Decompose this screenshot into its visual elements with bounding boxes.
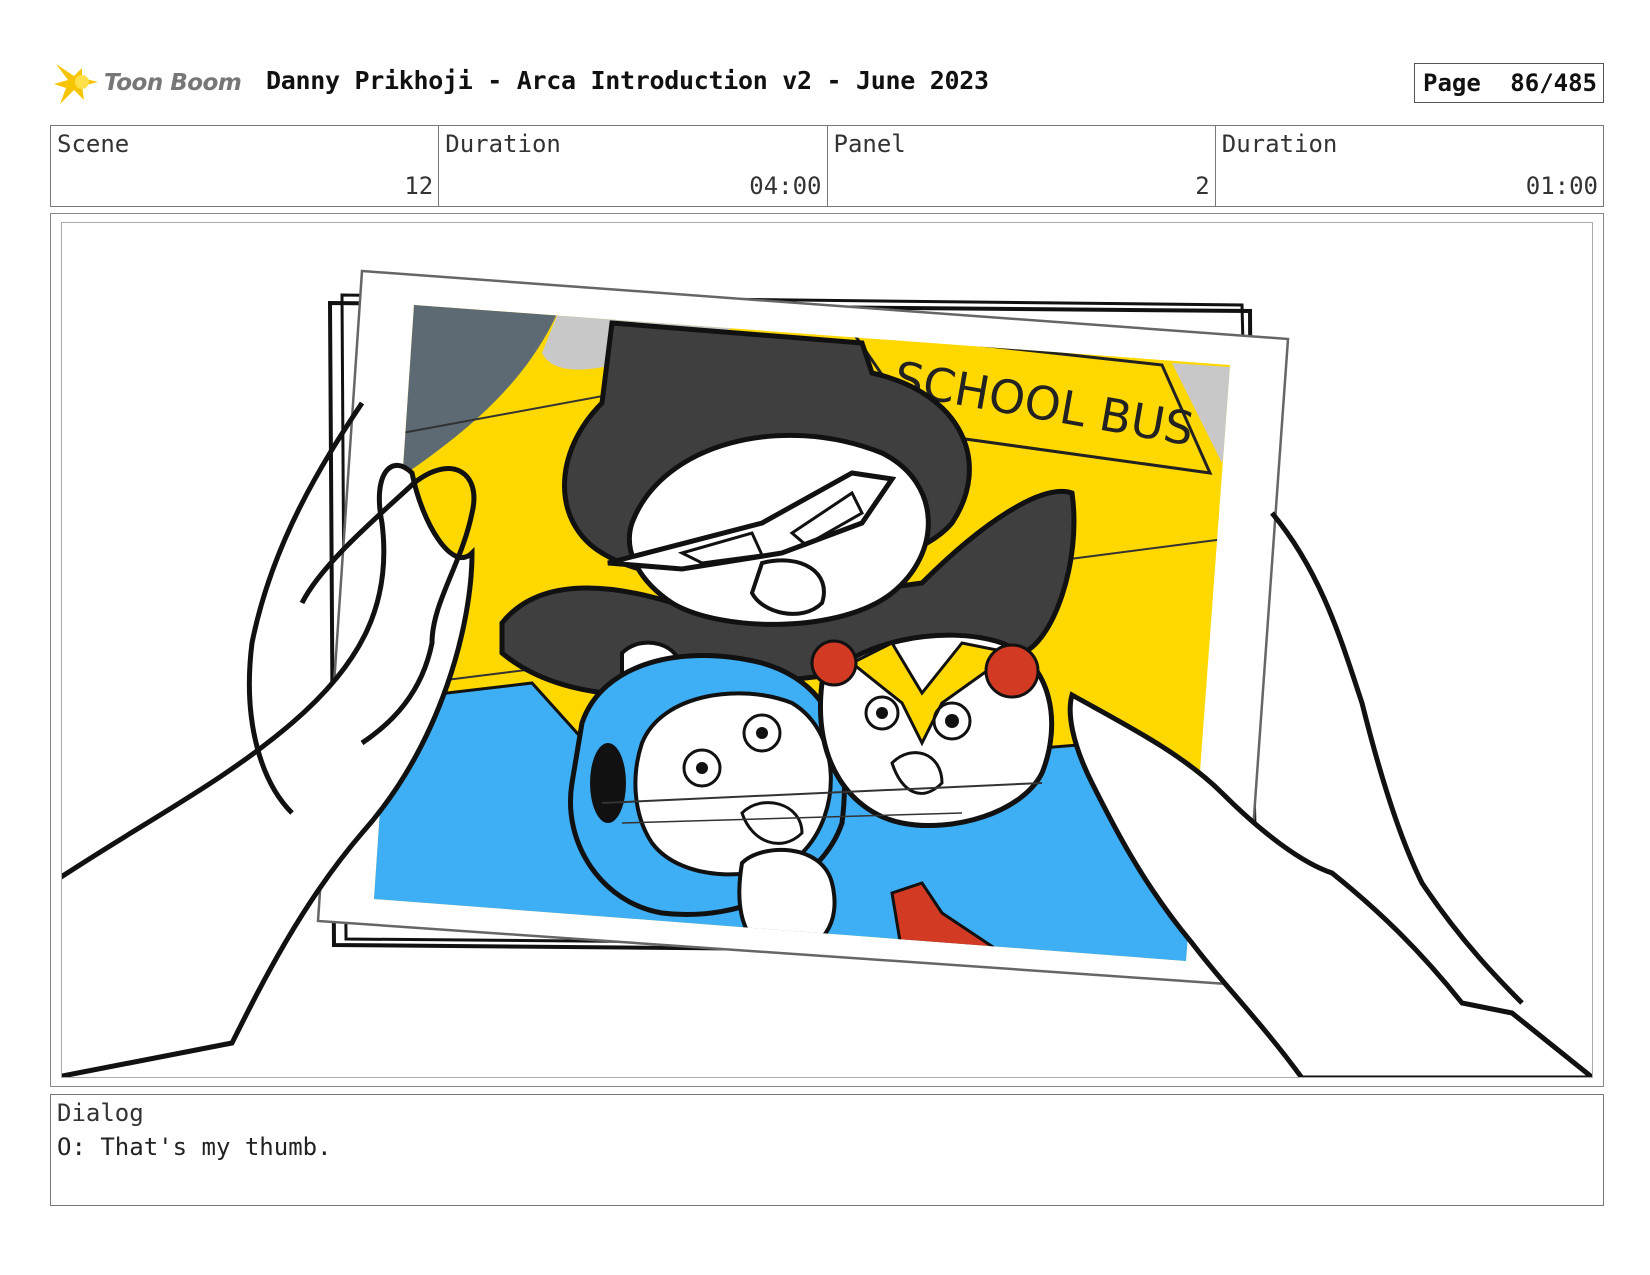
storyboard-header: Toon Boom Danny Prikhoji - Arca Introduc… <box>52 58 1604 108</box>
photo-image: SCHOOL BUS <box>374 305 1230 961</box>
dialog-box: Dialog O: That's my thumb. <box>50 1094 1604 1206</box>
panel-value: 2 <box>1195 172 1210 200</box>
storyboard-drawing: SCHOOL BUS <box>62 269 1592 1077</box>
scene-label: Scene <box>57 130 130 158</box>
page-label: Page <box>1423 69 1481 97</box>
starburst-icon <box>54 64 98 104</box>
panel-info-row: Scene 12 Duration 04:00 Panel 2 Duration… <box>50 125 1604 207</box>
right-hand <box>1067 691 1592 1077</box>
panel-duration-label: Duration <box>1221 130 1338 158</box>
panel-artwork: SCHOOL BUS <box>61 222 1593 1078</box>
page-indicator: Page 86/485 <box>1414 63 1604 103</box>
scene-value: 12 <box>404 172 434 200</box>
panel-duration-cell: Duration 01:00 <box>1216 126 1603 206</box>
document-title: Danny Prikhoji - Arca Introduction v2 - … <box>266 66 989 95</box>
panel-duration-value: 01:00 <box>1525 172 1598 200</box>
scene-duration-label: Duration <box>445 130 561 158</box>
page-number: 86/485 <box>1510 69 1597 97</box>
panel-frame: SCHOOL BUS <box>50 213 1604 1087</box>
logo-wordmark: Toon Boom <box>104 70 242 96</box>
dialog-text: O: That's my thumb. <box>57 1133 332 1161</box>
scene-cell: Scene 12 <box>51 126 440 206</box>
panel-label: Panel <box>833 130 906 158</box>
toon-boom-logo: Toon Boom <box>52 58 252 108</box>
dialog-label: Dialog <box>57 1099 144 1127</box>
scene-duration-cell: Duration 04:00 <box>439 126 828 206</box>
panel-cell: Panel 2 <box>828 126 1216 206</box>
scene-duration-value: 04:00 <box>749 172 822 200</box>
